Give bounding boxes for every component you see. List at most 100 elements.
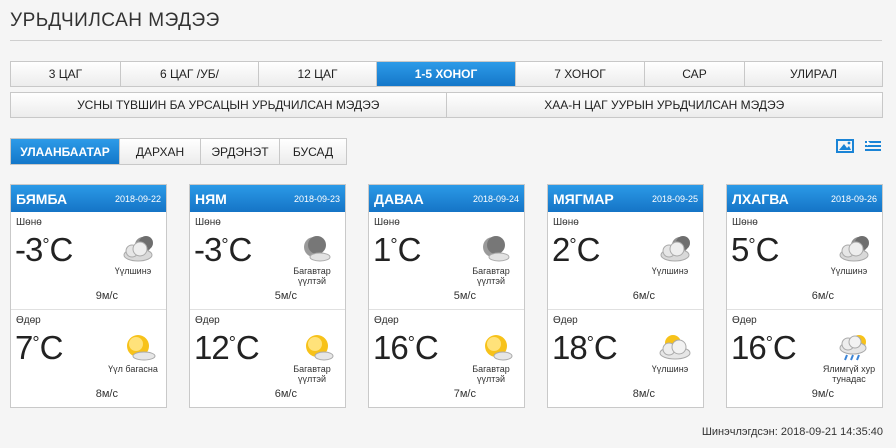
night-forecast: Шөнө 1°C Багавтар үүлтэй 5м/с bbox=[369, 212, 524, 310]
tab-month[interactable]: САР bbox=[645, 62, 745, 86]
city-tab-darkhan[interactable]: ДАРХАН bbox=[120, 139, 201, 164]
night-forecast: Шөнө 2°C Үүлшинэ 6м/с bbox=[548, 212, 703, 310]
wind-speed: 5м/с bbox=[453, 290, 476, 302]
temperature-unit: C bbox=[593, 329, 618, 366]
temperature: -3°C bbox=[15, 231, 74, 269]
day-forecast: Өдөр 16°C Ялимгүй хур тунадас 9м/с bbox=[727, 310, 882, 408]
condition-text: Багавтар үүлтэй bbox=[472, 266, 510, 286]
condition-text: Үүлшинэ bbox=[114, 266, 152, 276]
day-forecast: Өдөр 16°C Багавтар үүлтэй 7м/с bbox=[369, 310, 524, 408]
night-forecast: Шөнө 5°C Үүлшинэ 6м/с bbox=[727, 212, 882, 310]
temperature: 16°C bbox=[373, 329, 439, 367]
forecast-card: ЛХАГВА 2018-09-26 Шөнө 5°C Үүлшинэ 6м/с Өдөр 16… bbox=[726, 184, 883, 408]
condition-text: Үүлшинэ bbox=[651, 364, 689, 374]
wind-speed: 8м/с bbox=[632, 388, 655, 400]
sun-small-cloud-icon bbox=[477, 332, 515, 362]
card-header: ЛХАГВА 2018-09-26 bbox=[727, 185, 882, 212]
tab-agro-weather[interactable]: ХАА-Н ЦАГ УУРЫН УРЬДЧИЛСАН МЭДЭЭ bbox=[446, 93, 882, 117]
degree-symbol: ° bbox=[569, 235, 577, 255]
degree-symbol: ° bbox=[42, 235, 50, 255]
moon-cloud-icon bbox=[298, 234, 336, 264]
wind-speed: 5м/с bbox=[274, 290, 297, 302]
degree-symbol: ° bbox=[221, 235, 229, 255]
night-label: Шөнө bbox=[16, 217, 42, 228]
last-updated: Шинэчлэгдсэн: 2018-09-21 14:35:40 bbox=[701, 426, 883, 438]
day-label: Өдөр bbox=[374, 315, 399, 326]
temperature-value: 7 bbox=[15, 329, 33, 366]
sun-cloud-icon bbox=[119, 332, 157, 362]
day-label: Өдөр bbox=[553, 315, 578, 326]
tab-6-hour[interactable]: 6 ЦАГ /УБ/ bbox=[121, 62, 259, 86]
tab-12-hour[interactable]: 12 ЦАГ bbox=[259, 62, 377, 86]
tab-7-days[interactable]: 7 ХОНОГ bbox=[516, 62, 645, 86]
degree-symbol: ° bbox=[390, 235, 398, 255]
temperature-value: -3 bbox=[194, 231, 222, 268]
forecast-date: 2018-09-22 bbox=[114, 193, 161, 204]
city-tabs: УЛААНБААТАР ДАРХАН ЭРДЭНЭТ БУСАД bbox=[10, 138, 347, 165]
degree-symbol: ° bbox=[228, 333, 236, 353]
night-forecast: Шөнө -3°C Үүлшинэ 9м/с bbox=[11, 212, 166, 310]
forecast-card: НЯМ 2018-09-23 Шөнө -3°C Багавтар үүлтэй 5м/с… bbox=[189, 184, 346, 408]
condition-text: Үүлшинэ bbox=[830, 266, 868, 276]
condition-text: Багавтар үүлтэй bbox=[293, 266, 331, 286]
condition-text: Багавтар үүлтэй bbox=[293, 364, 331, 384]
temperature-value: 2 bbox=[552, 231, 570, 268]
temperature-unit: C bbox=[772, 329, 797, 366]
day-forecast: Өдөр 12°C Багавтар үүлтэй 6м/с bbox=[190, 310, 345, 408]
tab-season[interactable]: УЛИРАЛ bbox=[745, 62, 882, 86]
page-title: УРЬДЧИЛСАН МЭДЭЭ bbox=[10, 10, 220, 31]
degree-symbol: ° bbox=[407, 333, 415, 353]
image-view-icon[interactable] bbox=[836, 138, 854, 154]
forecast-date: 2018-09-24 bbox=[472, 193, 519, 204]
special-forecast-tabs: УСНЫ ТҮВШИН БА УРСАЦЫН УРЬДЧИЛСАН МЭДЭЭ … bbox=[10, 92, 883, 118]
day-name: НЯМ bbox=[195, 190, 227, 207]
temperature-unit: C bbox=[755, 231, 780, 268]
card-header: БЯМБА 2018-09-22 bbox=[11, 185, 166, 212]
temperature-unit: C bbox=[397, 231, 422, 268]
wind-speed: 6м/с bbox=[811, 290, 834, 302]
city-tab-ulaanbaatar[interactable]: УЛААНБААТАР bbox=[11, 139, 120, 164]
night-label: Шөнө bbox=[553, 217, 579, 228]
wind-speed: 6м/с bbox=[632, 290, 655, 302]
temperature-value: 16 bbox=[373, 329, 409, 366]
day-label: Өдөр bbox=[195, 315, 220, 326]
list-view-icon[interactable] bbox=[864, 138, 882, 154]
city-tab-erdenet[interactable]: ЭРДЭНЭТ bbox=[201, 139, 280, 164]
temperature: 7°C bbox=[15, 329, 63, 367]
temperature-unit: C bbox=[414, 329, 439, 366]
day-forecast: Өдөр 7°C Үүл багасна 8м/с bbox=[11, 310, 166, 408]
card-header: МЯГМАР 2018-09-25 bbox=[548, 185, 703, 212]
card-header: ДАВАА 2018-09-24 bbox=[369, 185, 524, 212]
temperature-unit: C bbox=[576, 231, 601, 268]
tab-3-hour[interactable]: 3 ЦАГ bbox=[11, 62, 121, 86]
temperature-value: 1 bbox=[373, 231, 391, 268]
temperature: 1°C bbox=[373, 231, 422, 269]
cloud-moon-icon bbox=[119, 234, 157, 264]
degree-symbol: ° bbox=[32, 333, 40, 353]
day-name: ЛХАГВА bbox=[732, 190, 789, 207]
night-label: Шөнө bbox=[195, 217, 221, 228]
temperature: 12°C bbox=[194, 329, 260, 367]
day-label: Өдөр bbox=[732, 315, 757, 326]
tab-water-level[interactable]: УСНЫ ТҮВШИН БА УРСАЦЫН УРЬДЧИЛСАН МЭДЭЭ bbox=[11, 93, 447, 117]
wind-speed: 9м/с bbox=[95, 290, 118, 302]
card-header: НЯМ 2018-09-23 bbox=[190, 185, 345, 212]
temperature-value: 5 bbox=[731, 231, 749, 268]
cloud-sun-icon bbox=[656, 332, 694, 362]
forecast-date: 2018-09-25 bbox=[651, 193, 698, 204]
temperature-value: 16 bbox=[731, 329, 767, 366]
wind-speed: 6м/с bbox=[274, 388, 297, 400]
forecast-date: 2018-09-23 bbox=[293, 193, 340, 204]
day-name: МЯГМАР bbox=[553, 190, 614, 207]
condition-text: Үүл багасна bbox=[108, 364, 158, 374]
forecast-card: МЯГМАР 2018-09-25 Шөнө 2°C Үүлшинэ 6м/с Өдөр 18… bbox=[547, 184, 704, 408]
degree-symbol: ° bbox=[586, 333, 594, 353]
wind-speed: 7м/с bbox=[453, 388, 476, 400]
temperature-unit: C bbox=[49, 231, 74, 268]
city-tab-other[interactable]: БУСАД bbox=[280, 139, 346, 164]
forecast-card: ДАВАА 2018-09-24 Шөнө 1°C Багавтар үүлтэй 5м/… bbox=[368, 184, 525, 408]
wind-speed: 8м/с bbox=[95, 388, 118, 400]
temperature: 18°C bbox=[552, 329, 618, 367]
temperature-value: 18 bbox=[552, 329, 588, 366]
tab-1-5-days[interactable]: 1-5 ХОНОГ bbox=[377, 62, 516, 86]
